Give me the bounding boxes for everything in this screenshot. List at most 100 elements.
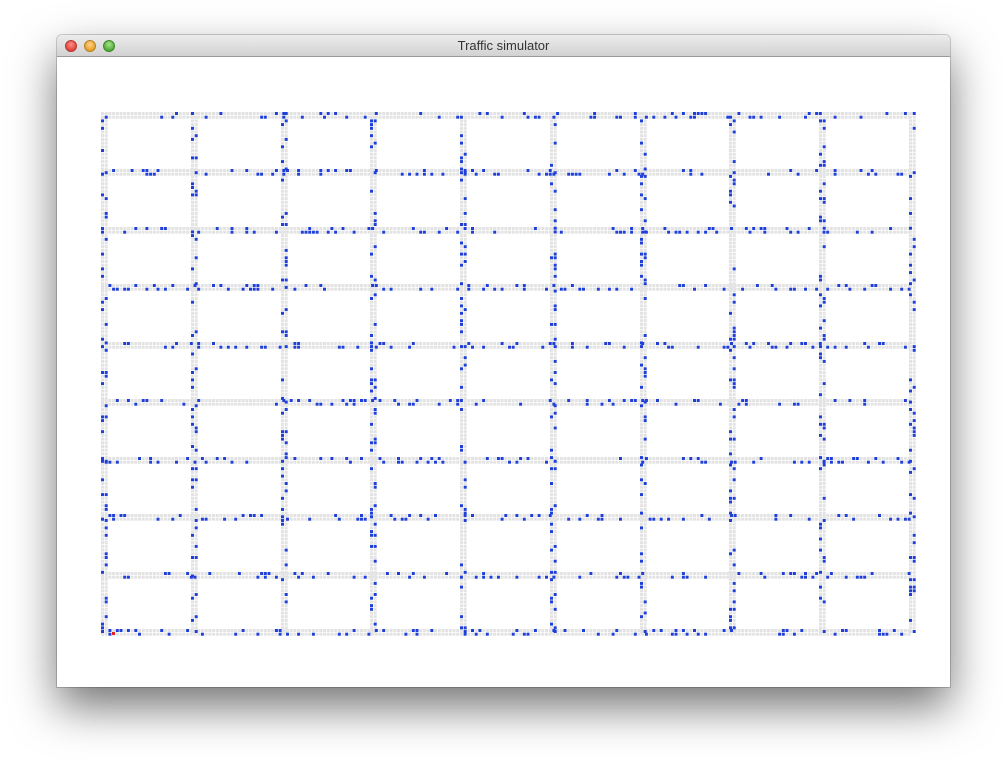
road-cell [770,342,774,345]
road-cell [900,342,904,345]
road-cell [504,284,508,287]
road-cell [385,115,389,119]
road-cell [859,457,863,460]
road-cell [284,252,288,256]
road-cell [408,517,412,521]
road-cell [815,629,819,632]
road-cell [112,575,116,579]
road-cell [104,537,108,541]
road-cell [297,115,301,119]
road-cell [550,119,553,123]
road-cell [200,575,204,579]
road-cell [859,517,863,521]
road-cell [715,112,719,115]
road-cell [522,342,526,345]
road-cell [829,345,833,349]
road-cell [781,399,785,402]
road-cell [373,496,377,500]
road-cell [284,197,288,201]
road-cell [370,393,373,397]
road-cell [337,287,341,291]
road-cell [191,600,194,604]
road-cell [101,219,104,223]
road-cell [578,284,582,287]
road-cell [500,169,504,172]
road-cell [574,517,578,521]
road-cell [448,572,452,575]
road-cell [284,541,288,545]
road-cell [230,629,234,632]
road-cell [370,193,373,197]
road-cell [550,237,553,241]
road-cell [223,399,227,402]
road-cell [281,541,284,545]
road-cell [781,517,785,521]
road-cell [415,287,419,291]
road-cell [281,285,284,289]
road-cell [326,629,330,632]
road-cell [204,572,208,575]
road-cell [563,342,567,345]
road-cell [550,489,553,493]
road-cell [219,575,223,579]
road-cell [149,402,153,406]
road-cell [785,399,789,402]
road-cell [550,604,553,608]
title-bar[interactable]: Traffic simulator [57,35,950,57]
road-cell [755,402,759,406]
road-cell [194,263,198,267]
road-cell [249,457,252,460]
road-cell [160,514,164,517]
road-cell [284,493,288,497]
road-cell [373,115,377,119]
road-cell [796,345,800,349]
road-cell [848,514,852,517]
road-cell [370,371,373,374]
road-cell [208,227,212,230]
road-cell [900,112,904,115]
road-cell [101,433,104,437]
road-cell [489,284,493,287]
road-cell [101,341,104,345]
road-cell [585,227,589,230]
road-cell [804,460,807,464]
road-cell [474,457,478,460]
road-cell [194,393,198,397]
road-cell [752,629,756,632]
road-cell [844,402,848,406]
road-cell [452,112,456,115]
road-cell [373,363,377,367]
road-cell [460,245,463,249]
road-cell [191,541,194,545]
road-cell [452,457,456,460]
road-cell [281,404,284,408]
road-cell [138,287,141,291]
road-cell [815,517,819,521]
road-cell [667,112,671,115]
road-cell [607,402,611,406]
road-cell [101,385,104,389]
road-cell [848,460,852,464]
road-cell [900,514,904,517]
road-cell [804,230,807,234]
road-cell [408,230,412,234]
road-cell [778,399,782,402]
road-cell [104,607,108,611]
road-cell [373,156,377,160]
simulation-canvas[interactable] [57,57,950,687]
road-cell [281,374,284,378]
road-cell [241,460,245,464]
road-cell [104,282,108,286]
road-cell [656,287,659,291]
road-cell [689,227,693,230]
road-cell [175,575,178,579]
road-cell [855,345,859,349]
road-cell [852,169,856,172]
road-cell [263,112,267,115]
road-cell [841,342,844,345]
road-cell [533,517,537,521]
road-cell [626,172,630,176]
road-cell [889,572,893,575]
road-cell [370,430,373,434]
road-cell [693,572,696,575]
